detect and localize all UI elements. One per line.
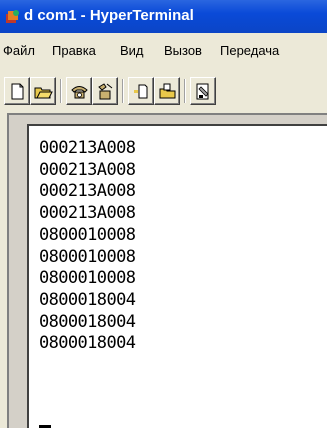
toolbar xyxy=(0,73,327,113)
send-button[interactable] xyxy=(128,77,154,105)
terminal-output: 000213A008 000213A008 000213A008 000213A… xyxy=(39,138,136,355)
terminal-line: 0800010008 xyxy=(39,224,136,245)
send-file-icon xyxy=(134,84,148,99)
terminal-area[interactable]: 000213A008 000213A008 000213A008 000213A… xyxy=(27,124,327,428)
disconnect-phone-icon xyxy=(98,83,113,100)
hyperterminal-icon[interactable] xyxy=(5,9,21,25)
terminal-line: 000213A008 xyxy=(39,159,136,180)
terminal-line: 0800010008 xyxy=(39,246,136,267)
new-document-icon xyxy=(11,83,24,100)
terminal-line: 0800010008 xyxy=(39,268,136,289)
connect-phone-icon xyxy=(71,86,88,99)
menu-view[interactable]: Вид xyxy=(120,43,144,58)
terminal-line: 0800018004 xyxy=(39,289,136,310)
terminal-line: 0800018004 xyxy=(39,333,136,354)
toolbar-separator xyxy=(184,79,186,103)
terminal-line: 000213A008 xyxy=(39,203,136,224)
title-bar[interactable]: d com1 - HyperTerminal xyxy=(0,0,327,33)
connect-button[interactable] xyxy=(66,77,92,105)
terminal-line: 000213A008 xyxy=(39,138,136,158)
new-button[interactable] xyxy=(4,77,30,105)
terminal-line: 0800018004 xyxy=(39,311,136,332)
menu-transfer[interactable]: Передача xyxy=(220,43,279,58)
disconnect-button[interactable] xyxy=(92,77,118,105)
toolbar-separator xyxy=(60,79,62,103)
open-folder-icon xyxy=(34,87,53,99)
menu-call[interactable]: Вызов xyxy=(164,43,202,58)
window-edge xyxy=(0,113,7,428)
open-button[interactable] xyxy=(30,77,56,105)
terminal-line: 000213A008 xyxy=(39,181,136,202)
receive-button[interactable] xyxy=(154,77,180,105)
menu-edit[interactable]: Правка xyxy=(52,43,96,58)
menu-file[interactable]: Файл xyxy=(3,43,35,58)
toolbar-separator xyxy=(122,79,124,103)
receive-file-icon xyxy=(159,83,176,99)
properties-icon xyxy=(196,83,209,100)
menu-bar: Файл Правка Вид Вызов Передача xyxy=(0,33,327,73)
window-title: d com1 - HyperTerminal xyxy=(24,7,194,24)
properties-button[interactable] xyxy=(190,77,216,105)
